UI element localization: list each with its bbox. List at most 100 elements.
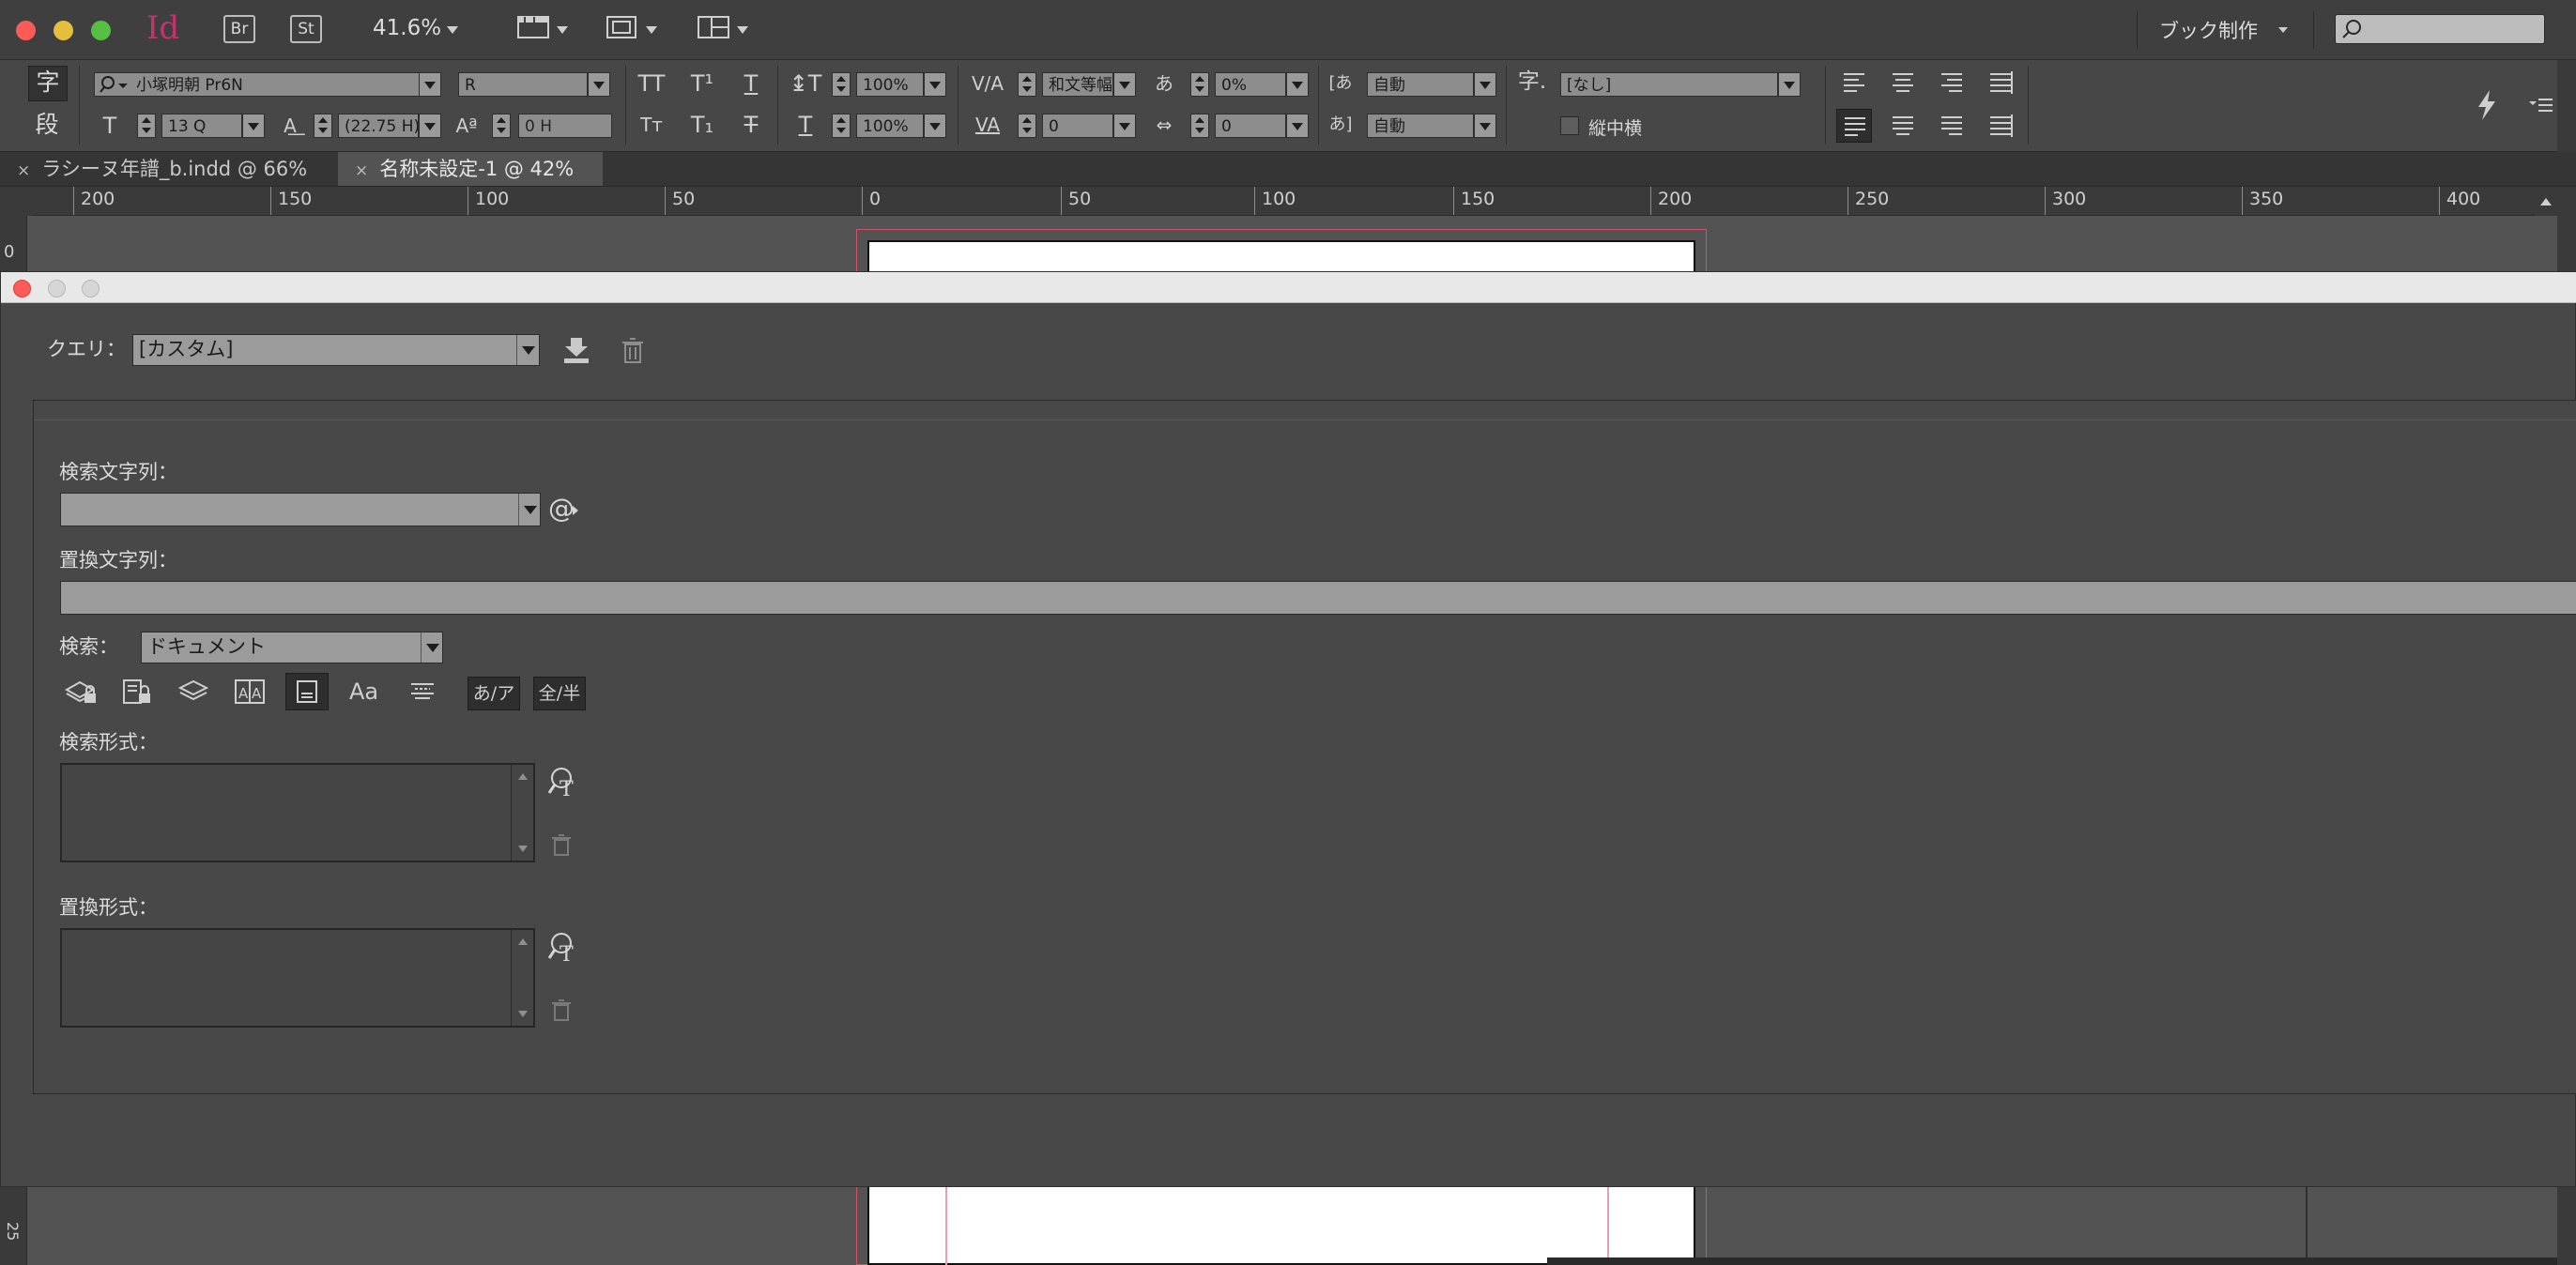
aki-after-dropdown[interactable] bbox=[1474, 114, 1496, 138]
justify-center-icon[interactable] bbox=[1885, 109, 1919, 141]
find-what-input[interactable] bbox=[60, 493, 541, 526]
font-style-field[interactable]: R bbox=[458, 72, 588, 97]
font-family-dropdown[interactable] bbox=[419, 72, 441, 97]
kerning-field[interactable]: 0 bbox=[1042, 114, 1113, 138]
find-format-box[interactable] bbox=[60, 763, 535, 862]
justify-right-icon[interactable] bbox=[1934, 109, 1968, 141]
tsume-stepper[interactable] bbox=[1190, 72, 1209, 97]
special-characters-for-search-icon[interactable]: @ bbox=[548, 493, 586, 526]
change-format-box[interactable] bbox=[60, 928, 535, 1028]
query-dropdown[interactable]: [カスタム] bbox=[132, 334, 540, 366]
window-maximize-button[interactable] bbox=[91, 21, 111, 40]
search-scope-arrow-icon[interactable] bbox=[421, 632, 444, 663]
search-scope-dropdown[interactable]: ドキュメント bbox=[141, 632, 443, 663]
workspace-dropdown-icon[interactable] bbox=[2278, 27, 2288, 33]
clear-change-format-icon[interactable] bbox=[546, 996, 576, 1026]
all-caps-button[interactable]: TT bbox=[633, 69, 670, 98]
mojikumi-field[interactable]: 和文等幅 bbox=[1042, 72, 1113, 97]
vertical-scale-field[interactable]: 100% bbox=[856, 72, 924, 97]
zoom-dropdown-icon[interactable] bbox=[447, 26, 458, 34]
font-size-dropdown[interactable] bbox=[242, 114, 265, 138]
leading-dropdown[interactable] bbox=[419, 114, 441, 138]
case-sensitive-icon[interactable]: Aa bbox=[344, 673, 387, 710]
subscript-button[interactable]: T₁ bbox=[683, 111, 721, 139]
quick-apply-icon[interactable] bbox=[2475, 88, 2499, 122]
find-what-history-icon[interactable] bbox=[518, 494, 542, 526]
save-query-icon[interactable] bbox=[560, 334, 592, 366]
character-mode-button[interactable]: 字 bbox=[28, 66, 68, 101]
query-dropdown-arrow-icon[interactable] bbox=[516, 335, 540, 365]
aki-before-dropdown[interactable] bbox=[1474, 72, 1496, 97]
dialog-zoom-button[interactable] bbox=[82, 280, 100, 297]
mojikumi-dropdown[interactable] bbox=[1113, 72, 1136, 97]
tab-close-icon[interactable]: × bbox=[355, 161, 368, 180]
underline-button[interactable]: T bbox=[732, 69, 770, 98]
aki-after-field[interactable]: 自動 bbox=[1367, 114, 1474, 138]
tab-close-icon[interactable]: × bbox=[17, 161, 30, 180]
window-close-button[interactable] bbox=[16, 21, 36, 40]
tab-document-2[interactable]: × 名称未設定-1 @ 42% bbox=[338, 152, 603, 186]
tate-chu-yoko-checkbox[interactable] bbox=[1560, 116, 1579, 135]
whole-word-icon[interactable] bbox=[402, 673, 445, 710]
change-format-scrollbar[interactable] bbox=[511, 930, 534, 1026]
leading-field[interactable]: (22.75 H) bbox=[338, 114, 419, 138]
paragraph-mode-button[interactable]: 段 bbox=[28, 109, 66, 143]
specify-find-format-icon[interactable]: T bbox=[546, 765, 582, 802]
align-left-icon[interactable] bbox=[1836, 66, 1870, 98]
spacing-dropdown[interactable] bbox=[1286, 114, 1309, 138]
bridge-button[interactable]: Br bbox=[223, 15, 255, 43]
change-to-input[interactable] bbox=[60, 581, 2576, 615]
kerning-stepper[interactable] bbox=[1018, 72, 1036, 97]
screen-mode-icon[interactable] bbox=[606, 15, 637, 41]
vertical-scale-stepper[interactable] bbox=[832, 72, 851, 97]
view-options-icon[interactable] bbox=[517, 15, 549, 41]
zoom-level[interactable]: 41.6% bbox=[373, 16, 441, 40]
screen-mode-dropdown-icon[interactable] bbox=[646, 26, 657, 34]
arrange-dropdown-icon[interactable] bbox=[737, 26, 748, 34]
workspace-switcher[interactable]: ブック制作 bbox=[2159, 16, 2258, 44]
include-locked-stories-icon[interactable] bbox=[116, 673, 160, 710]
font-style-dropdown[interactable] bbox=[588, 72, 610, 97]
scroll-up-button[interactable] bbox=[2535, 187, 2557, 216]
tsume-dropdown[interactable] bbox=[1286, 72, 1309, 97]
align-center-icon[interactable] bbox=[1885, 66, 1919, 98]
baseline-shift-field[interactable]: 0 H bbox=[518, 114, 612, 138]
kana-sensitive-button[interactable]: あ/ア bbox=[468, 677, 520, 710]
justify-all-icon[interactable] bbox=[1983, 109, 2016, 141]
dialog-close-button[interactable] bbox=[13, 280, 31, 297]
superscript-button[interactable]: T¹ bbox=[683, 69, 721, 98]
stock-button[interactable]: St bbox=[290, 15, 322, 43]
font-family-field[interactable]: 小塚明朝 Pr6N bbox=[94, 72, 441, 97]
include-master-pages-icon[interactable]: AA bbox=[229, 673, 272, 710]
baseline-shift-stepper[interactable] bbox=[492, 114, 511, 138]
font-size-stepper[interactable] bbox=[137, 114, 156, 138]
vertical-scale-dropdown[interactable] bbox=[924, 72, 946, 97]
character-style-dropdown[interactable] bbox=[1778, 72, 1801, 97]
delete-query-icon[interactable] bbox=[619, 336, 647, 366]
character-style-field[interactable]: [なし] bbox=[1560, 72, 1778, 97]
dialog-titlebar[interactable] bbox=[1, 272, 2576, 303]
view-options-dropdown-icon[interactable] bbox=[557, 26, 568, 34]
ruler-origin[interactable] bbox=[0, 187, 32, 217]
strikethrough-button[interactable]: T bbox=[732, 111, 770, 139]
search-field[interactable] bbox=[2335, 14, 2545, 44]
leading-stepper[interactable] bbox=[314, 114, 332, 138]
clear-find-format-icon[interactable] bbox=[546, 831, 576, 861]
tsume-field[interactable]: 0% bbox=[1215, 72, 1286, 97]
font-size-field[interactable]: 13 Q bbox=[161, 114, 242, 138]
arrange-documents-icon[interactable] bbox=[697, 15, 730, 41]
find-format-scrollbar[interactable] bbox=[511, 765, 534, 861]
spacing-field[interactable]: 0 bbox=[1215, 114, 1286, 138]
horizontal-ruler[interactable]: 200 150 100 50 0 50 100 150 200 250 300 … bbox=[32, 187, 2535, 216]
include-footnotes-icon[interactable] bbox=[285, 673, 329, 710]
spacing-stepper[interactable] bbox=[1190, 114, 1209, 138]
aki-before-field[interactable]: 自動 bbox=[1367, 72, 1474, 97]
horizontal-scale-field[interactable]: 100% bbox=[856, 114, 924, 138]
dialog-minimize-button[interactable] bbox=[48, 280, 66, 297]
align-right-icon[interactable] bbox=[1934, 66, 1968, 98]
horizontal-scale-dropdown[interactable] bbox=[924, 114, 946, 138]
align-towards-spine-icon[interactable] bbox=[1983, 66, 2016, 98]
specify-change-format-icon[interactable]: T bbox=[546, 930, 582, 968]
tab-document-1[interactable]: × ラシーヌ年譜_b.indd @ 66% bbox=[0, 152, 336, 186]
panel-menu-icon[interactable] bbox=[2527, 94, 2553, 116]
